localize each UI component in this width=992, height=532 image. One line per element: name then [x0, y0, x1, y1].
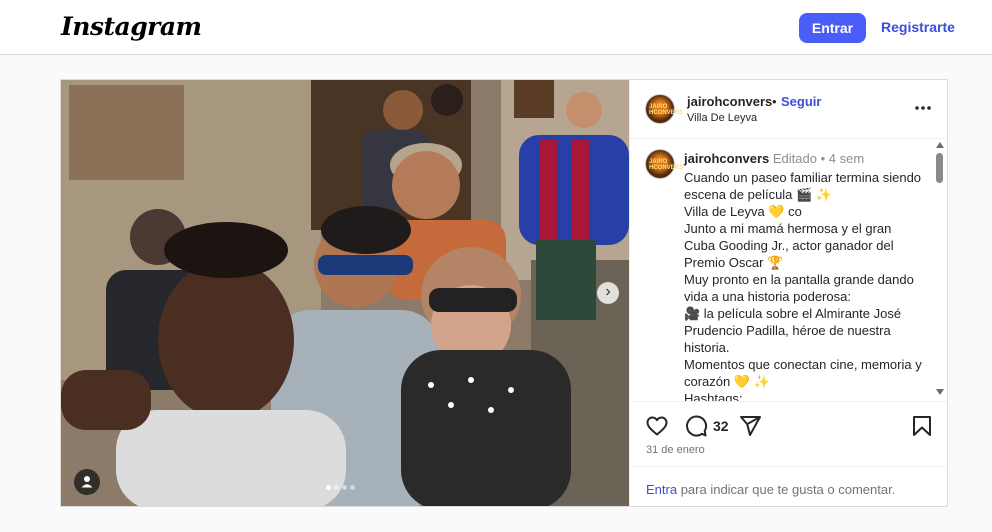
- user-tag-icon: [81, 476, 93, 488]
- author-username[interactable]: jairohconvers: [687, 94, 772, 109]
- caption-line: Hashtags:: [684, 391, 743, 401]
- instagram-logo[interactable]: Instagram: [61, 12, 202, 41]
- scroll-down-arrow[interactable]: [936, 389, 944, 395]
- header-separator: •: [772, 94, 777, 109]
- chevron-right-icon: ›: [605, 283, 611, 300]
- carousel-dots: [326, 485, 355, 490]
- follow-button[interactable]: Seguir: [781, 94, 821, 109]
- post-photo-illustration: [61, 80, 629, 506]
- caption-text: Cuando un paseo familiar termina siendo …: [684, 169, 924, 401]
- login-prompt: Entra para indicar que te gusta o coment…: [630, 466, 948, 506]
- caption-line: Cuando un paseo familiar termina siendo …: [684, 170, 922, 202]
- carousel-dot-1: [326, 485, 331, 490]
- post-header: JAIRO HCONVERS jairohconvers • Seguir Vi…: [630, 80, 948, 139]
- caption-username[interactable]: jairohconvers: [684, 151, 769, 166]
- carousel-next-button[interactable]: ›: [597, 282, 619, 304]
- tagged-users-button[interactable]: [74, 469, 100, 495]
- post-date: 31 de enero: [646, 444, 705, 456]
- caption-line: Junto a mi mamá hermosa y el gran Cuba G…: [684, 221, 894, 270]
- caption-time: 4 sem: [828, 151, 865, 166]
- heart-icon[interactable]: [645, 414, 669, 438]
- bookmark-icon[interactable]: [910, 414, 934, 438]
- post-photo[interactable]: ›: [61, 80, 629, 506]
- caption-line: Villa de Leyva 💛 co: [684, 204, 802, 219]
- post-sidebar: JAIRO HCONVERS jairohconvers • Seguir Vi…: [629, 80, 948, 506]
- caption-header: jairohconvers Editado • 4 sem: [684, 151, 864, 166]
- avatar-text: JAIRO HCONVERS: [649, 104, 684, 116]
- login-link[interactable]: Entra: [646, 482, 677, 497]
- caption-line: Momentos que conectan cine, memoria y co…: [684, 357, 922, 389]
- register-link[interactable]: Registrarte: [881, 19, 955, 35]
- comment-count: 32: [713, 418, 729, 434]
- post-card: › JAIRO HCONVERS jairohconvers • Seguir …: [60, 79, 948, 507]
- top-navigation-bar: Instagram Entrar Registrarte: [0, 0, 992, 55]
- scroll-thumb[interactable]: [936, 153, 943, 183]
- caption-avatar[interactable]: JAIRO HCONVERS: [645, 149, 683, 179]
- author-avatar[interactable]: JAIRO HCONVERS: [645, 94, 683, 124]
- carousel-dot-4: [350, 485, 355, 490]
- scroll-up-arrow[interactable]: [936, 142, 944, 148]
- comment-icon[interactable]: [684, 414, 708, 438]
- post-location[interactable]: Villa De Leyva: [687, 112, 757, 124]
- carousel-dot-3: [342, 485, 347, 490]
- more-options-icon[interactable]: [913, 98, 933, 118]
- login-prompt-text: para indicar que te gusta o comentar.: [677, 482, 896, 497]
- share-icon[interactable]: [738, 414, 762, 438]
- caption-line: 🎥 la película sobre el Almirante José Pr…: [684, 306, 902, 355]
- caption-line: Muy pronto en la pantalla grande dando v…: [684, 272, 914, 304]
- caption-area[interactable]: JAIRO HCONVERS jairohconvers Editado • 4…: [630, 139, 948, 401]
- login-button[interactable]: Entrar: [799, 13, 866, 43]
- caption-separator: •: [820, 151, 826, 166]
- carousel-dot-2: [334, 485, 339, 490]
- caption-edited-label: Editado: [772, 151, 817, 166]
- avatar-text: JAIRO HCONVERS: [649, 159, 684, 171]
- caption-scrollbar[interactable]: [933, 139, 947, 401]
